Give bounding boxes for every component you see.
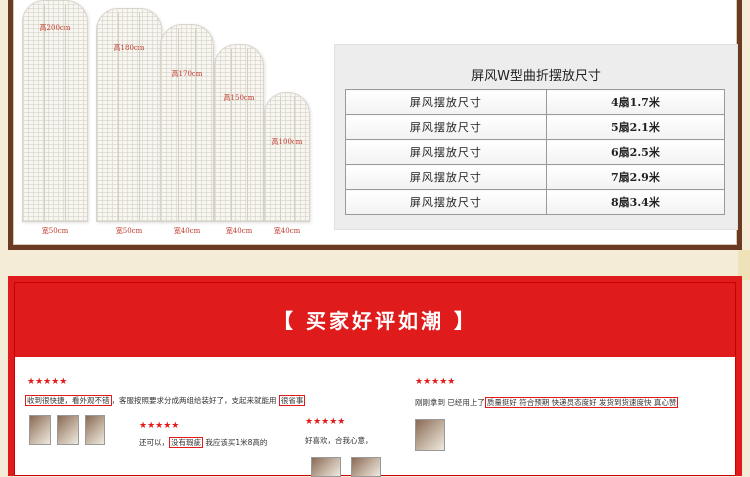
table-row: 屏风摆放尺寸 4扇1.7米 [345,89,726,115]
size-label: 屏风摆放尺寸 [345,89,547,115]
review-photo [85,415,105,445]
review-text: 刚刚拿到 已经用上了 质量挺好 符合预期 快递员态度好 发货到货速度快 真心赞 [415,397,679,408]
review-highlight: 收到很快捷，看外观不错 [25,395,112,406]
placement-size-box: 屏风W型曲折摆放尺寸 屏风摆放尺寸 4扇1.7米 屏风摆放尺寸 5扇2.1米 屏… [334,44,738,230]
review-text: 好喜欢，合我心意， [305,436,373,445]
size-value: 8扇3.4米 [545,189,726,215]
table-row: 屏风摆放尺寸 6扇2.5米 [345,139,726,165]
reviews-panel: 【 买家好评如潮 】 ★★★★★ 收到很快捷，看外观不错 ，客服按照要求分成两组给… [8,276,742,477]
screen-width-label: 宽40cm [273,227,301,235]
review-body: 我应该买1米8高的 [205,438,268,447]
screen-height-label: 高170cm [171,70,203,78]
size-label: 屏风摆放尺寸 [345,139,547,165]
size-label: 屏风摆放尺寸 [345,164,547,190]
screen-height-illustration: 高200cm 高180cm 高170cm 高150cm 高100cm 宽50cm… [14,0,324,240]
product-size-panel: 高200cm 高180cm 高170cm 高150cm 高100cm 宽50cm… [8,0,742,250]
screen-width-label: 宽40cm [225,227,253,235]
review-highlight: 很省事 [278,395,306,406]
screen-200cm: 高200cm [22,0,88,222]
table-row: 屏风摆放尺寸 7扇2.9米 [345,164,726,190]
size-value: 5扇2.1米 [545,114,726,140]
screen-width-label: 宽40cm [173,227,201,235]
product-size-panel-inner: 高200cm 高180cm 高170cm 高150cm 高100cm 宽50cm… [13,0,738,245]
rating-stars-icon: ★★★★★ [27,377,68,387]
size-value: 4扇1.7米 [545,89,726,115]
review-photo [57,415,79,445]
size-value: 6扇2.5米 [545,139,726,165]
reviews-header: 【 买家好评如潮 】 [15,283,735,357]
review-body: 刚刚拿到 已经用上了 [415,398,485,407]
placement-size-title: 屏风W型曲折摆放尺寸 [471,69,601,84]
review-photo [29,415,51,445]
placement-size-table: 屏风摆放尺寸 4扇1.7米 屏风摆放尺寸 5扇2.1米 屏风摆放尺寸 6扇2.5… [345,89,726,215]
screen-180cm: 高180cm [96,8,162,222]
screen-170cm: 高170cm [160,24,214,222]
reviews-screenshot: ★★★★★ 收到很快捷，看外观不错 ，客服按照要求分成两组给装好了，支起来就能用 … [15,357,735,477]
table-row: 屏风摆放尺寸 8扇3.4米 [345,189,726,215]
screen-height-label: 高200cm [39,24,71,32]
review-highlight: 没有瑕疵 [169,437,203,448]
review-photo [351,457,381,477]
table-row: 屏风摆放尺寸 5扇2.1米 [345,114,726,140]
review-text: 还可以， 没有瑕疵 我应该买1米8高的 [139,437,267,448]
reviews-title: 【 买家好评如潮 】 [273,309,477,333]
screen-100cm: 高100cm [264,92,310,222]
size-label: 屏风摆放尺寸 [345,114,547,140]
review-text: 收到很快捷，看外观不错 ，客服按照要求分成两组给装好了，支起来就能用 很省事 [25,395,306,406]
screen-width-label: 宽50cm [115,227,143,235]
rating-stars-icon: ★★★★★ [139,421,180,431]
size-value: 7扇2.9米 [545,164,726,190]
screen-height-label: 高150cm [223,94,255,102]
screen-height-label: 高180cm [113,44,145,52]
screen-150cm: 高150cm [214,44,264,222]
size-label: 屏风摆放尺寸 [345,189,547,215]
screen-height-label: 高100cm [271,138,303,146]
review-highlight: 质量挺好 符合预期 快递员态度好 发货到货速度快 真心赞 [484,397,679,408]
reviews-panel-inner: 【 买家好评如潮 】 ★★★★★ 收到很快捷，看外观不错 ，客服按照要求分成两组给… [14,282,736,477]
review-body: ，客服按照要求分成两组给装好了，支起来就能用 [111,396,277,405]
rating-stars-icon: ★★★★★ [305,417,346,427]
rating-stars-icon: ★★★★★ [415,377,456,387]
review-photo [415,419,445,451]
review-body: 还可以， [139,438,169,447]
review-photo [311,457,341,477]
screen-width-label: 宽50cm [41,227,69,235]
